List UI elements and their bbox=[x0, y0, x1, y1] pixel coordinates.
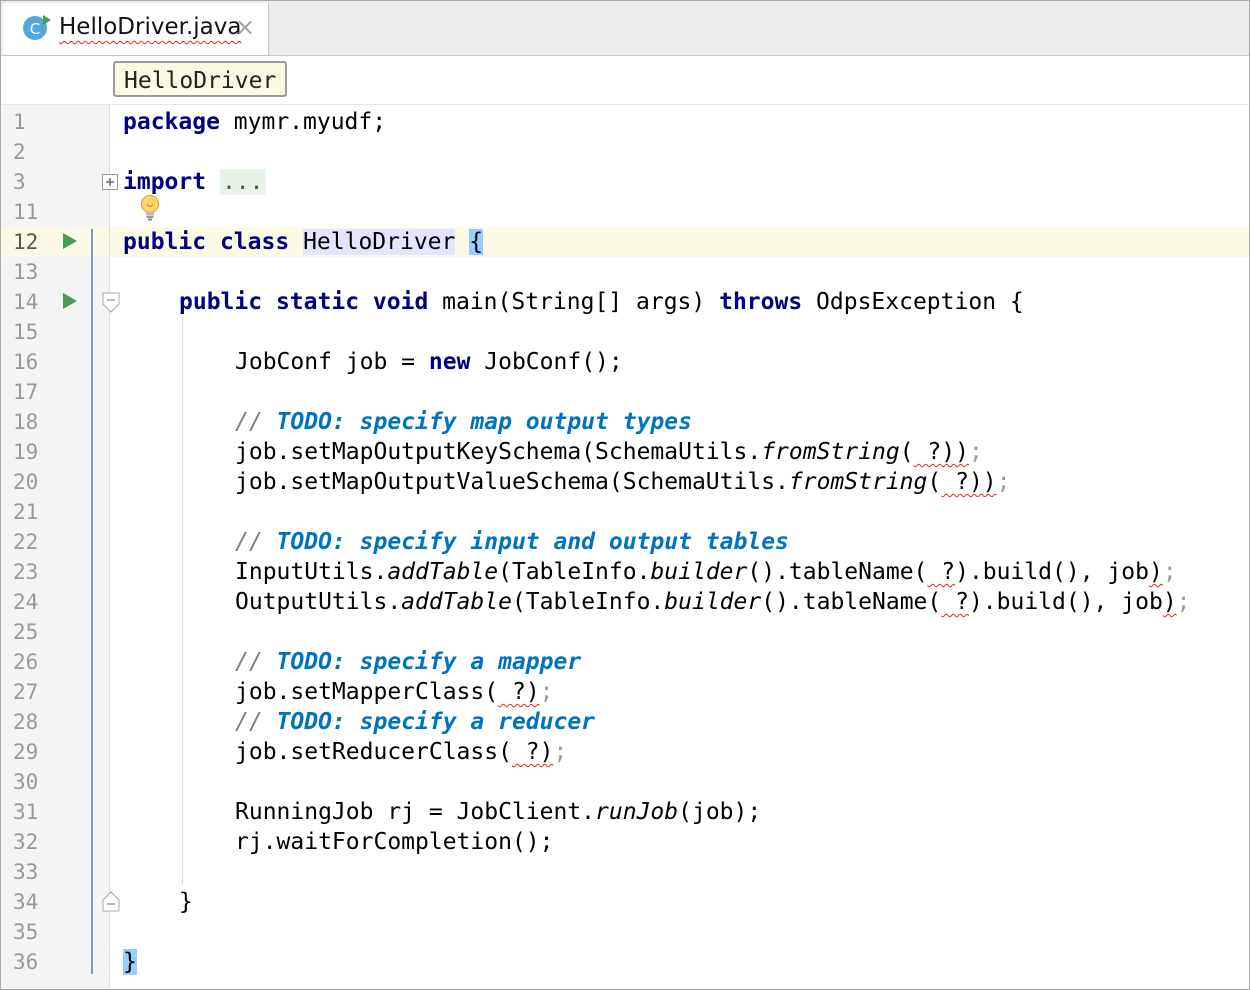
line-number: 24 bbox=[13, 590, 39, 614]
code-line-1[interactable]: package mymr.myudf; bbox=[123, 107, 386, 137]
line-number: 30 bbox=[13, 770, 39, 794]
line-number: 25 bbox=[13, 620, 39, 644]
expand-fold-icon[interactable] bbox=[101, 173, 119, 191]
line-number: 26 bbox=[13, 650, 39, 674]
editor-tab-bar: C HelloDriver.java × bbox=[1, 1, 1249, 56]
line-number: 23 bbox=[13, 560, 39, 584]
editor-window: C HelloDriver.java × HelloDriver 1 2 3 1… bbox=[0, 0, 1250, 990]
java-class-icon: C bbox=[23, 15, 51, 40]
line-number: 22 bbox=[13, 530, 39, 554]
code-line-26[interactable]: // TODO: specify a mapper bbox=[235, 647, 581, 677]
breadcrumb-bar: HelloDriver bbox=[1, 56, 1249, 105]
code-line-23[interactable]: InputUtils.addTable(TableInfo.builder().… bbox=[235, 557, 1177, 587]
code-line-3[interactable]: import ... bbox=[123, 167, 266, 197]
line-number: 28 bbox=[13, 710, 39, 734]
line-number: 34 bbox=[13, 890, 39, 914]
line-number: 19 bbox=[13, 440, 39, 464]
line-number: 20 bbox=[13, 470, 39, 494]
code-line-24[interactable]: OutputUtils.addTable(TableInfo.builder()… bbox=[235, 587, 1191, 617]
collapse-fold-end-icon[interactable] bbox=[101, 889, 121, 913]
line-number: 35 bbox=[13, 920, 39, 944]
line-number: 13 bbox=[13, 260, 39, 284]
breadcrumb[interactable]: HelloDriver bbox=[113, 61, 288, 97]
indent-guide bbox=[182, 319, 183, 884]
code-line-27[interactable]: job.setMapperClass( ?); bbox=[235, 677, 554, 707]
change-marker-bar bbox=[91, 229, 93, 974]
line-number: 29 bbox=[13, 740, 39, 764]
gutter-divider bbox=[109, 105, 110, 989]
collapse-fold-icon[interactable] bbox=[101, 291, 121, 315]
line-number: 36 bbox=[13, 950, 39, 974]
code-line-22[interactable]: // TODO: specify input and output tables bbox=[235, 527, 789, 557]
line-number: 18 bbox=[13, 410, 39, 434]
code-line-12[interactable]: public class HelloDriver { bbox=[123, 227, 484, 257]
line-number: 11 bbox=[13, 200, 39, 224]
tab-hellodriver-java[interactable]: C HelloDriver.java × bbox=[3, 3, 269, 55]
line-number: 1 bbox=[13, 110, 26, 134]
line-number: 2 bbox=[13, 140, 26, 164]
code-line-20[interactable]: job.setMapOutputValueSchema(SchemaUtils.… bbox=[235, 467, 1011, 497]
code-line-31[interactable]: RunningJob rj = JobClient.runJob(job); bbox=[235, 797, 761, 827]
line-number: 16 bbox=[13, 350, 39, 374]
code-line-29[interactable]: job.setReducerClass( ?); bbox=[235, 737, 567, 767]
svg-text:C: C bbox=[30, 20, 40, 38]
folded-imports-placeholder: ... bbox=[219, 169, 266, 195]
line-number: 21 bbox=[13, 500, 39, 524]
close-icon[interactable]: × bbox=[235, 13, 255, 41]
run-gutter-icon[interactable] bbox=[61, 232, 79, 250]
tab-title: HelloDriver.java bbox=[59, 14, 242, 40]
line-number: 31 bbox=[13, 800, 39, 824]
code-line-36[interactable]: } bbox=[123, 947, 137, 977]
line-number: 27 bbox=[13, 680, 39, 704]
code-line-18[interactable]: // TODO: specify map output types bbox=[235, 407, 692, 437]
code-line-28[interactable]: // TODO: specify a reducer bbox=[235, 707, 595, 737]
intention-bulb-icon[interactable] bbox=[138, 193, 162, 223]
line-number: 14 bbox=[13, 290, 39, 314]
line-number: 12 bbox=[13, 230, 39, 254]
code-line-34[interactable]: } bbox=[179, 887, 193, 917]
line-number: 33 bbox=[13, 860, 39, 884]
line-number: 17 bbox=[13, 380, 39, 404]
run-gutter-icon[interactable] bbox=[61, 292, 79, 310]
code-line-16[interactable]: JobConf job = new JobConf(); bbox=[235, 347, 623, 377]
code-line-14[interactable]: public static void main(String[] args) t… bbox=[179, 287, 1024, 317]
code-line-19[interactable]: job.setMapOutputKeySchema(SchemaUtils.fr… bbox=[235, 437, 983, 467]
line-number: 15 bbox=[13, 320, 39, 344]
line-number: 32 bbox=[13, 830, 39, 854]
code-line-32[interactable]: rj.waitForCompletion(); bbox=[235, 827, 554, 857]
line-number: 3 bbox=[13, 170, 26, 194]
